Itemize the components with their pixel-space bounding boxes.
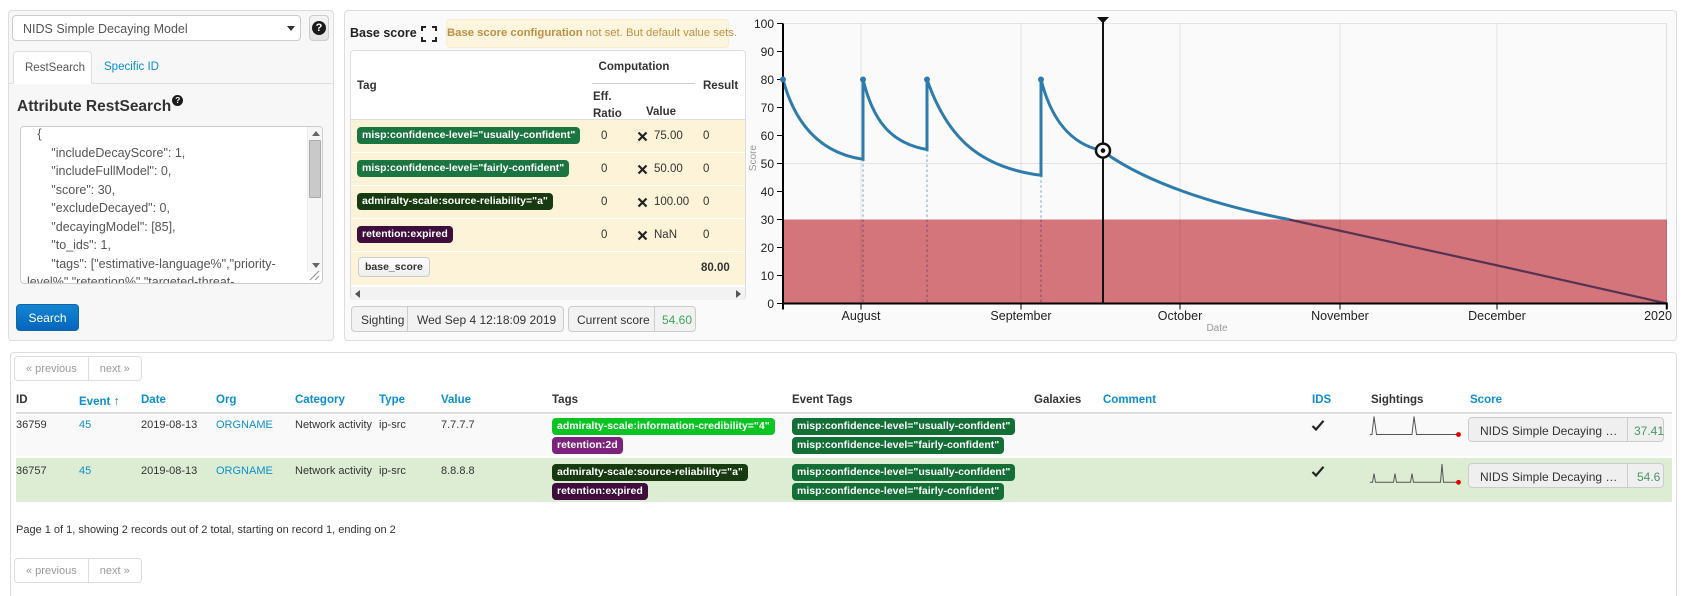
svg-text:October: October: [1158, 309, 1202, 323]
svg-text:Score: Score: [748, 145, 759, 172]
svg-text:90: 90: [761, 45, 775, 59]
svg-text:40: 40: [761, 185, 775, 199]
svg-text:September: September: [990, 309, 1051, 323]
svg-text:50: 50: [761, 157, 775, 171]
svg-text:30: 30: [761, 213, 775, 227]
svg-text:60: 60: [761, 129, 775, 143]
svg-text:November: November: [1311, 309, 1369, 323]
svg-text:20: 20: [761, 241, 775, 255]
svg-text:0: 0: [767, 297, 774, 311]
svg-text:100: 100: [754, 17, 774, 31]
svg-text:10: 10: [761, 269, 775, 283]
svg-text:December: December: [1468, 309, 1526, 323]
svg-text:70: 70: [761, 101, 775, 115]
svg-text:August: August: [842, 309, 881, 323]
svg-text:Date: Date: [1206, 323, 1228, 334]
svg-text:80: 80: [761, 73, 775, 87]
svg-text:2020: 2020: [1644, 309, 1672, 323]
